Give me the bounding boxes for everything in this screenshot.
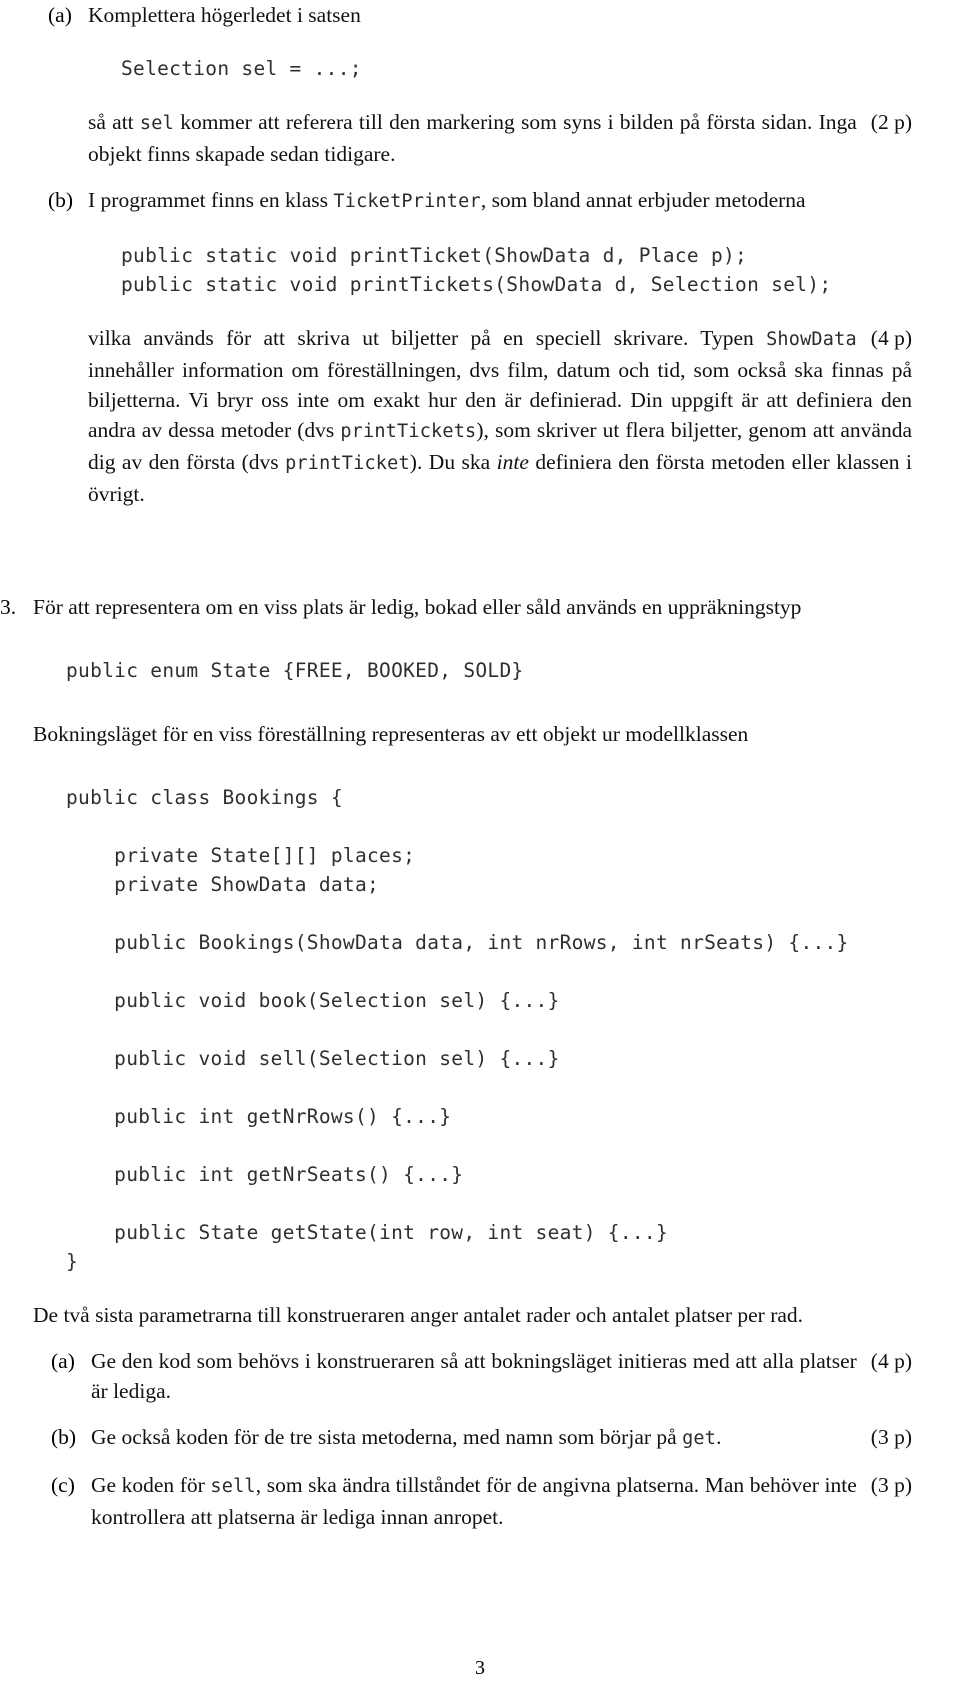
item-3c-points: (3 p) [870,1473,912,1497]
inline-code-sell: sell [210,1476,256,1497]
item-2a-text: (2 p) så att sel kommer att referera till… [88,107,912,169]
list-item-2a-label: (a) [48,3,72,27]
item-2b-t1: vilka används för att skriva ut biljette… [88,326,767,350]
list-item-3a: (a) (4 p) Ge den kod som behövs i konstru… [51,1346,912,1406]
exercise-3-number: 3. [0,595,17,619]
exercise-3-lead: För att representera om en viss plats är… [33,595,802,619]
list-item-3b: (b) (3 p) Ge också koden för de tre sista… [51,1422,912,1454]
exercise-3-mid-text: Bokningsläget för en viss föreställning … [33,722,749,746]
item-2b-lead-post: , som bland annat erbjuder metoderna [480,188,806,212]
code-class-bookings: public class Bookings { private State[][… [66,786,849,1273]
item-3a-points: (4 p) [870,1349,912,1373]
exercise-3-body: För att representera om en viss plats är… [33,592,912,1532]
inline-code-sel: sel [139,113,174,134]
list-item-2b-body: I programmet finns en klass TicketPrinte… [88,185,912,509]
item-3b-points: (3 p) [870,1425,912,1449]
list-item-2b: (b) I programmet finns en klass TicketPr… [48,185,912,509]
list-item-3a-body: (4 p) Ge den kod som behövs i konstruerar… [91,1346,912,1406]
exercise-2-continued: (a) Komplettera högerledet i satsen Sele… [48,0,912,509]
inline-code-get: get [682,1428,717,1449]
list-item-3c-label: (c) [51,1473,75,1497]
list-item-3c: (c) (3 p) Ge koden för sell, som ska ändr… [51,1470,912,1532]
emphasis-inte: inte [496,450,529,474]
list-item-3b-body: (3 p) Ge också koden för de tre sista met… [91,1422,912,1454]
list-item-2a: (a) Komplettera högerledet i satsen Sele… [48,0,912,169]
item-3b-text-pre: Ge också koden för de tre sista metodern… [91,1425,683,1449]
exercise-3-after-text: De två sista parametrarna till konstruer… [33,1303,804,1327]
item-2b-lead: I programmet finns en klass TicketPrinte… [88,185,912,217]
exam-page: (a) Komplettera högerledet i satsen Sele… [0,0,960,1692]
item-3a-text: (4 p) Ge den kod som behövs i konstruerar… [91,1346,912,1406]
code-printticket-signature: public static void printTicket(ShowData … [121,244,748,267]
item-3c-text: (3 p) Ge koden för sell, som ska ändra ti… [91,1470,912,1532]
item-2a-points: (2 p) [870,110,912,134]
list-item-3a-label: (a) [51,1349,75,1373]
item-2b-points: (4 p) [870,326,912,350]
item-2b-t4: ). Du ska [409,450,497,474]
exercise-3: 3. För att representera om en viss plats… [0,592,912,1532]
inline-code-printticket: printTicket [285,453,410,474]
item-2a-text-post: kommer att referera till den markering s… [88,110,857,166]
item-3c-text-pre: Ge koden för [91,1473,211,1497]
code-enum-state: public enum State {FREE, BOOKED, SOLD} [66,659,524,682]
item-2a-lead: Komplettera högerledet i satsen [88,3,361,27]
item-2b-lead-pre: I programmet finns en klass [88,188,334,212]
list-item-2a-body: Komplettera högerledet i satsen Selectio… [88,0,912,169]
item-2b-text: (4 p) vilka används för att skriva ut bil… [88,323,912,509]
item-3b-text: (3 p) Ge också koden för de tre sista met… [91,1422,912,1454]
item-3b-text-post: . [716,1425,722,1449]
inline-code-showdata: ShowData [766,329,857,350]
page-number: 3 [475,1657,485,1679]
list-item-3b-label: (b) [51,1425,77,1449]
inline-code-ticketprinter: TicketPrinter [333,191,481,212]
list-item-3c-body: (3 p) Ge koden för sell, som ska ändra ti… [91,1470,912,1532]
inline-code-printtickets: printTickets [340,421,477,442]
item-3a-text-main: Ge den kod som behövs i konstrueraren så… [91,1349,857,1403]
item-2a-text-pre: så att [88,110,140,134]
list-item-2b-label: (b) [48,188,74,212]
code-printtickets-signature: public static void printTickets(ShowData… [121,273,832,296]
code-selection-declaration: Selection sel = ...; [121,57,362,80]
